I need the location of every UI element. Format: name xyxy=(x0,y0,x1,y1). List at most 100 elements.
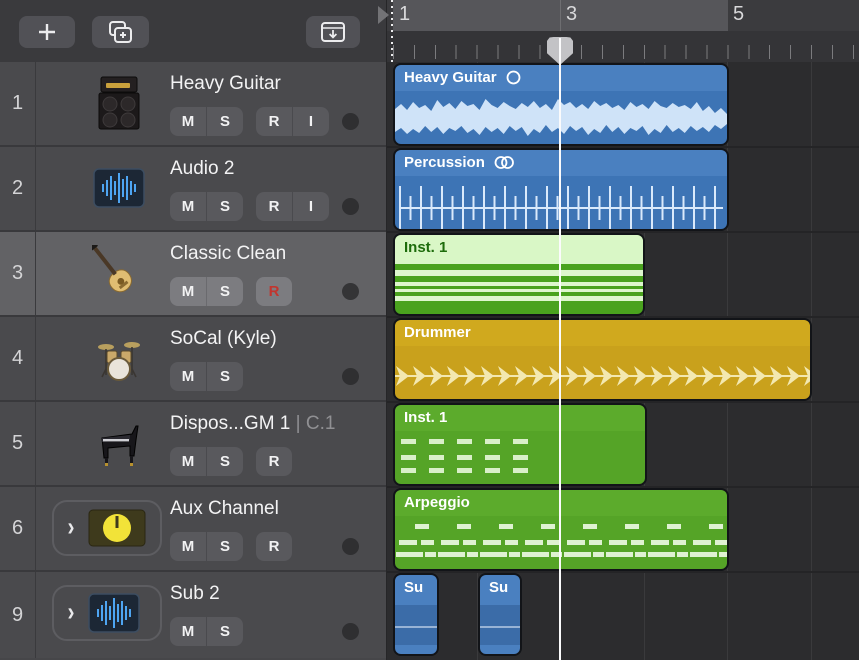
mute-button[interactable]: M xyxy=(170,447,206,476)
track-name-suffix: | C.1 xyxy=(296,413,336,434)
record-buttons: R xyxy=(256,447,292,476)
track-row-classic-clean[interactable]: 3 Classic Clean M S xyxy=(0,232,386,317)
mute-solo-buttons: M S xyxy=(170,447,243,476)
track-level-dot xyxy=(342,623,359,640)
bar-ruler[interactable]: 1 3 5 xyxy=(387,0,859,62)
track-name[interactable]: Aux Channel xyxy=(170,498,279,520)
electric-guitar-icon[interactable] xyxy=(92,244,146,302)
ruler-bar-strip[interactable]: 1 3 5 xyxy=(387,0,859,31)
bar-number-1: 1 xyxy=(399,3,410,26)
region-label: Su xyxy=(489,579,508,596)
mute-button[interactable]: M xyxy=(170,192,206,221)
track-level-dot xyxy=(342,198,359,215)
audio-waveform-icon[interactable] xyxy=(92,159,146,217)
mute-button[interactable]: M xyxy=(170,362,206,391)
bar-number-3: 3 xyxy=(566,3,577,26)
region-label: Su xyxy=(404,579,423,596)
disclosure-chevron-icon[interactable]: › xyxy=(54,513,88,543)
mute-button[interactable]: M xyxy=(170,532,206,561)
solo-button[interactable]: S xyxy=(206,192,243,221)
input-monitor-button[interactable]: I xyxy=(292,192,329,221)
solo-button[interactable]: S xyxy=(206,532,243,561)
logic-pro-tracks-area: 1 Heavy Guitar M S R xyxy=(0,0,859,660)
track-number: 3 xyxy=(0,232,36,315)
disclosure-chevron-icon[interactable]: › xyxy=(54,598,88,628)
track-row-audio-2[interactable]: 2 Audio 2 M S xyxy=(0,147,386,232)
midi-notes xyxy=(395,520,727,568)
record-buttons: R xyxy=(256,532,292,561)
mute-button[interactable]: M xyxy=(170,107,206,136)
track-number: 6 xyxy=(0,487,36,570)
record-enable-button[interactable]: R xyxy=(256,107,292,136)
project-start-dotted-line xyxy=(391,0,393,62)
track-row-heavy-guitar[interactable]: 1 Heavy Guitar M S R xyxy=(0,62,386,147)
region-su-1[interactable]: Su xyxy=(393,573,439,656)
guitar-amp-icon[interactable] xyxy=(92,74,146,132)
solo-button[interactable]: S xyxy=(206,362,243,391)
region-label: Percussion xyxy=(404,154,485,171)
mute-solo-buttons: M S xyxy=(170,192,243,221)
track-stack-container: › xyxy=(52,585,162,641)
loop-circle-icon xyxy=(506,70,521,85)
mute-solo-buttons: M S xyxy=(170,362,243,391)
track-name[interactable]: Audio 2 xyxy=(170,158,234,180)
solo-button[interactable]: S xyxy=(206,617,243,646)
solo-button[interactable]: S xyxy=(206,277,243,306)
region-label: Drummer xyxy=(404,324,471,341)
track-stack-container: › xyxy=(52,500,162,556)
region-drummer[interactable]: Drummer xyxy=(393,318,812,401)
mute-button[interactable]: M xyxy=(170,277,206,306)
arrange-area[interactable]: Heavy Guitar Percussion xyxy=(387,62,859,660)
track-row-sub-2[interactable]: 9 › Sub 2 M S xyxy=(0,572,386,658)
bar-number-5: 5 xyxy=(733,3,744,26)
project-start-arrow-icon xyxy=(378,6,389,24)
row-separator xyxy=(387,571,859,573)
duplicate-track-button[interactable] xyxy=(92,16,149,48)
region-su-2[interactable]: Su xyxy=(478,573,522,656)
track-name[interactable]: Heavy Guitar xyxy=(170,73,281,95)
audio-waveform-icon[interactable] xyxy=(88,593,140,633)
track-row-disposable-piano[interactable]: 5 Dispos...GM 1 | C.1 M S xyxy=(0,402,386,487)
knob-icon[interactable] xyxy=(88,509,146,547)
record-enable-button[interactable]: R xyxy=(256,447,292,476)
mute-solo-buttons: M S xyxy=(170,107,243,136)
grand-piano-icon[interactable] xyxy=(92,414,146,472)
record-enable-button[interactable]: R xyxy=(256,532,292,561)
record-input-buttons: R I xyxy=(256,107,329,136)
solo-button[interactable]: S xyxy=(206,447,243,476)
drummer-waveform xyxy=(395,356,810,396)
region-heavy-guitar[interactable]: Heavy Guitar xyxy=(393,63,729,146)
track-row-socal-kyle[interactable]: 4 SoCal (Kyle) M S xyxy=(0,317,386,402)
track-row-aux-channel[interactable]: 6 › Aux Channel M S R xyxy=(0,487,386,572)
region-inst-1[interactable]: Inst. 1 xyxy=(393,403,647,486)
track-name[interactable]: Sub 2 xyxy=(170,583,220,605)
track-level-dot xyxy=(342,113,359,130)
region-inst-1-selected[interactable]: Inst. 1 xyxy=(393,233,645,316)
add-track-button[interactable] xyxy=(19,16,75,48)
track-header-options-button[interactable] xyxy=(306,16,360,48)
solo-button[interactable]: S xyxy=(206,107,243,136)
track-name[interactable]: Classic Clean xyxy=(170,243,286,265)
track-name[interactable]: SoCal (Kyle) xyxy=(170,328,277,350)
mute-solo-buttons: M S xyxy=(170,277,243,306)
audio-centerline xyxy=(399,207,723,209)
input-monitor-button[interactable]: I xyxy=(292,107,329,136)
playhead-line[interactable] xyxy=(559,38,561,660)
drum-kit-icon[interactable] xyxy=(92,329,146,387)
record-enable-button[interactable]: R xyxy=(256,192,292,221)
track-number: 1 xyxy=(0,62,36,145)
track-level-dot xyxy=(342,368,359,385)
region-arpeggio[interactable]: Arpeggio xyxy=(393,488,729,571)
record-buttons: R xyxy=(256,277,292,306)
track-panel-toolbar xyxy=(0,0,386,63)
track-number: 5 xyxy=(0,402,36,485)
ruler-beat-strip[interactable] xyxy=(387,31,859,62)
mute-button[interactable]: M xyxy=(170,617,206,646)
track-name[interactable]: Dispos...GM 1 | C.1 xyxy=(170,413,335,435)
region-percussion[interactable]: Percussion xyxy=(393,148,729,231)
track-number: 9 xyxy=(0,572,36,658)
box-down-arrow-icon xyxy=(320,21,346,43)
record-enable-button-armed[interactable]: R xyxy=(256,277,292,306)
track-level-dot xyxy=(342,283,359,300)
region-label: Inst. 1 xyxy=(404,239,447,256)
